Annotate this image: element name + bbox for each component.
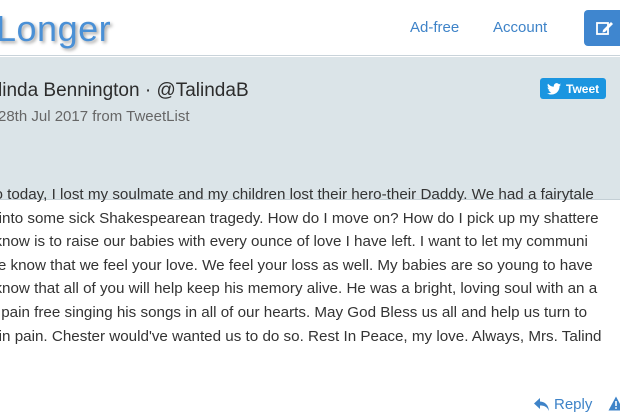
tweet-button[interactable]: Tweet [540,78,606,99]
tweet-line: ide know that we feel your love. We feel… [0,256,593,274]
tweet-line: I know is to raise our babies with every… [0,233,588,251]
tweet-body: go today, I lost my soulmate and my chil… [0,183,620,348]
warning-icon [608,396,620,411]
twitter-bird-icon [547,83,561,95]
reply-label: Reply [554,396,593,413]
nav-link-ad-free[interactable]: Ad-free [410,19,459,36]
tweet-line: go today, I lost my soulmate and my chil… [0,186,594,203]
tweet-line: e in pain. Chester would've wanted us to… [0,327,602,345]
tweet-line: is pain free singing his songs in all of… [0,303,588,321]
tweet-button-label: Tweet [566,82,600,96]
tweet-header [0,57,620,200]
site-logo[interactable]: Longer [0,9,111,49]
tweet-author[interactable]: linda Bennington · @TalindaB [0,80,249,102]
edit-icon [596,22,613,35]
write-button[interactable] [584,10,620,46]
navbar: Longer Ad-free Account [0,0,620,56]
reply-icon [534,398,549,411]
tweet-line: d into some sick Shakespearean tragedy. … [0,209,599,227]
tweet-meta: 28th Jul 2017 from TweetList [0,108,190,125]
report-button[interactable] [608,396,620,416]
tweet-line: I know that all of you will help keep hi… [0,280,598,298]
nav-link-account[interactable]: Account [493,19,547,36]
